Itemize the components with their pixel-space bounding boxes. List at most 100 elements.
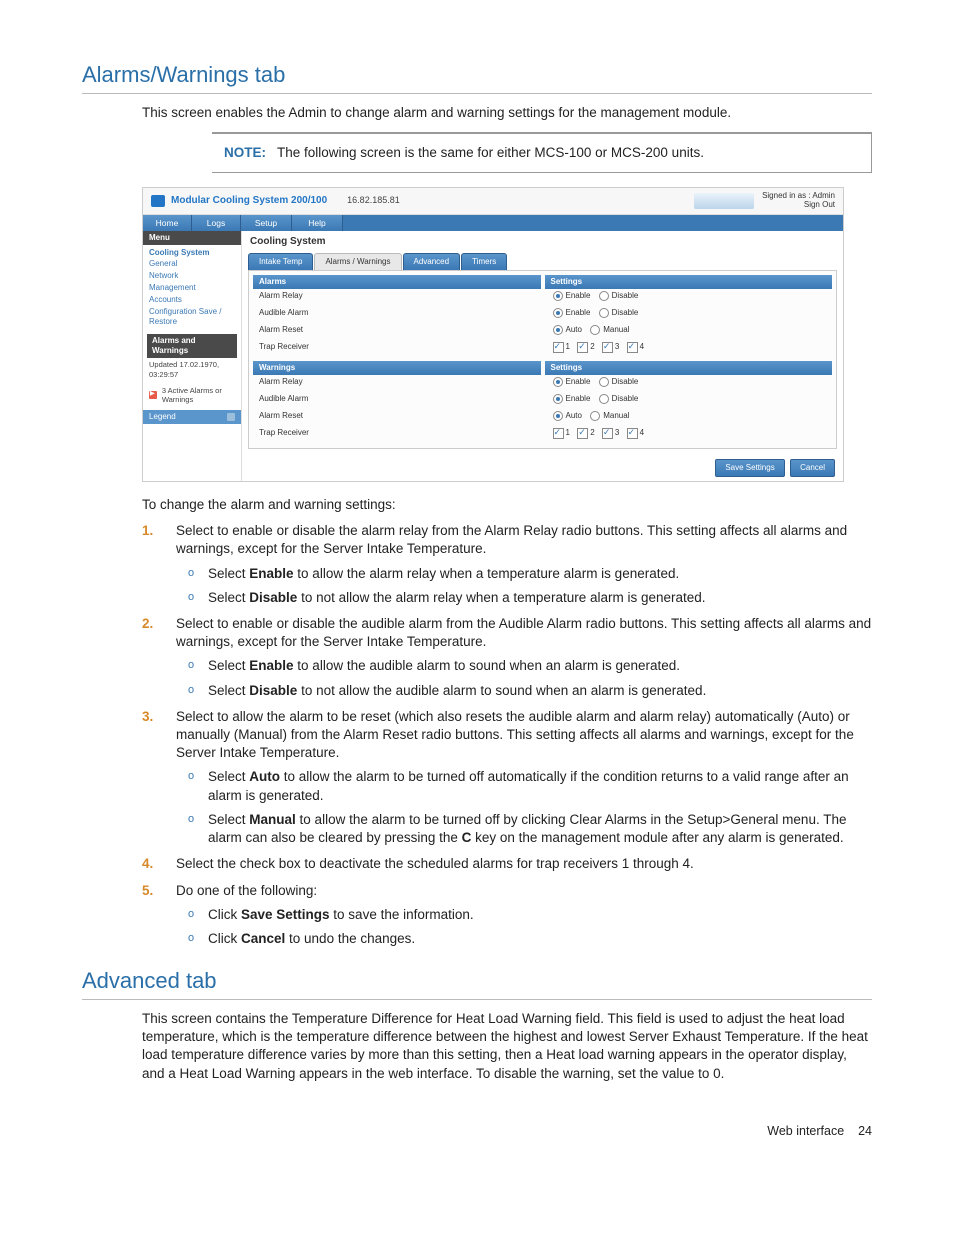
radio-warn-reset-manual[interactable]: Manual bbox=[590, 411, 629, 421]
label-alarm-reset: Alarm Reset bbox=[249, 323, 543, 340]
menu-header: Menu bbox=[143, 231, 241, 245]
step-4: 4.Select the check box to deactivate the… bbox=[142, 855, 872, 873]
radio-warn-relay-enable[interactable]: Enable bbox=[553, 377, 591, 387]
radio-group-warn-reset: Auto Manual bbox=[543, 409, 837, 426]
tab-intake-temp[interactable]: Intake Temp bbox=[248, 253, 313, 270]
steps-lead: To change the alarm and warning settings… bbox=[142, 496, 872, 514]
radio-alarm-relay-disable[interactable]: Disable bbox=[599, 291, 639, 301]
radio-warn-reset-auto[interactable]: Auto bbox=[553, 411, 582, 421]
step-3: 3. Select to allow the alarm to be reset… bbox=[142, 708, 872, 848]
radio-reset-auto[interactable]: Auto bbox=[553, 325, 582, 335]
tab-timers[interactable]: Timers bbox=[461, 253, 507, 270]
menu-alarms-warnings[interactable]: Alarms and Warnings bbox=[147, 334, 237, 358]
checkbox-trap-3[interactable]: 3 bbox=[602, 342, 619, 353]
settings-panel: Alarms Settings Alarm Relay Enable Disab… bbox=[248, 270, 837, 449]
section-header-settings-2: Settings bbox=[545, 361, 833, 375]
checkbox-group-trap: 1 2 3 4 bbox=[543, 340, 837, 358]
button-row: Save Settings Cancel bbox=[242, 455, 843, 481]
note-label: NOTE: bbox=[224, 145, 266, 160]
footer-label: Web interface bbox=[767, 1124, 844, 1138]
radio-group-audible-alarm: Enable Disable bbox=[543, 306, 837, 323]
checkbox-warn-trap-3[interactable]: 3 bbox=[602, 428, 619, 439]
note-block: NOTE: The following screen is the same f… bbox=[212, 132, 872, 173]
heading-advanced-tab: Advanced tab bbox=[82, 966, 872, 1000]
checkbox-trap-2[interactable]: 2 bbox=[577, 342, 594, 353]
menu-section-cooling[interactable]: Cooling System bbox=[143, 245, 241, 258]
footer-page-number: 24 bbox=[858, 1124, 872, 1138]
radio-audible-enable[interactable]: Enable bbox=[553, 308, 591, 318]
menu-item-general[interactable]: General bbox=[143, 258, 241, 270]
radio-group-alarm-relay: Enable Disable bbox=[543, 289, 837, 306]
hp-logo-icon bbox=[151, 195, 165, 207]
main-panel: Cooling System Intake Temp Alarms / Warn… bbox=[242, 231, 843, 481]
alarm-indicator-icon bbox=[149, 391, 157, 399]
checkbox-trap-1[interactable]: 1 bbox=[553, 342, 570, 353]
embedded-screenshot: Modular Cooling System 200/100 16.82.185… bbox=[142, 187, 844, 482]
radio-warn-audible-disable[interactable]: Disable bbox=[599, 394, 639, 404]
radio-audible-disable[interactable]: Disable bbox=[599, 308, 639, 318]
product-name: Modular Cooling System 200/100 bbox=[171, 195, 327, 208]
label-audible-alarm: Audible Alarm bbox=[249, 306, 543, 323]
checkbox-warn-trap-4[interactable]: 4 bbox=[627, 428, 644, 439]
step-5: 5. Do one of the following: Click Save S… bbox=[142, 882, 872, 949]
radio-warn-relay-disable[interactable]: Disable bbox=[599, 377, 639, 387]
note-text: The following screen is the same for eit… bbox=[277, 145, 704, 160]
step-1b: Select Disable to not allow the alarm re… bbox=[188, 589, 872, 607]
step-5b: Click Cancel to undo the changes. bbox=[188, 930, 872, 948]
step-2: 2. Select to enable or disable the audib… bbox=[142, 615, 872, 700]
heading-alarms-warnings: Alarms/Warnings tab bbox=[82, 60, 872, 94]
save-settings-button[interactable]: Save Settings bbox=[715, 459, 784, 477]
mountain-art-icon bbox=[694, 193, 754, 209]
checkbox-group-warn-trap: 1 2 3 4 bbox=[543, 426, 837, 444]
checkbox-warn-trap-1[interactable]: 1 bbox=[553, 428, 570, 439]
section-header-alarms: Alarms bbox=[253, 275, 541, 289]
label-warn-relay: Alarm Relay bbox=[249, 375, 543, 392]
main-title: Cooling System bbox=[242, 231, 843, 253]
label-trap-receiver: Trap Receiver bbox=[249, 340, 543, 358]
sign-in-info: Signed in as : Admin Sign Out bbox=[762, 192, 835, 210]
step-2b: Select Disable to not allow the audible … bbox=[188, 682, 872, 700]
label-warn-audible: Audible Alarm bbox=[249, 392, 543, 409]
tab-alarms-warnings[interactable]: Alarms / Warnings bbox=[314, 253, 401, 270]
step-1: 1. Select to enable or disable the alarm… bbox=[142, 522, 872, 607]
step-2a: Select Enable to allow the audible alarm… bbox=[188, 657, 872, 675]
radio-group-warn-audible: Enable Disable bbox=[543, 392, 837, 409]
step-1a: Select Enable to allow the alarm relay w… bbox=[188, 565, 872, 583]
radio-alarm-relay-enable[interactable]: Enable bbox=[553, 291, 591, 301]
radio-group-warn-relay: Enable Disable bbox=[543, 375, 837, 392]
sign-out-link[interactable]: Sign Out bbox=[762, 201, 835, 210]
nav-logs-tab[interactable]: Logs bbox=[192, 215, 241, 232]
page-footer: Web interface 24 bbox=[82, 1123, 872, 1140]
checkbox-trap-4[interactable]: 4 bbox=[627, 342, 644, 353]
menu-item-accounts[interactable]: Accounts bbox=[143, 294, 241, 306]
steps-list: 1. Select to enable or disable the alarm… bbox=[142, 522, 872, 948]
step-3a: Select Auto to allow the alarm to be tur… bbox=[188, 768, 872, 804]
menu-legend[interactable]: Legend bbox=[143, 410, 241, 424]
cancel-button[interactable]: Cancel bbox=[790, 459, 835, 477]
radio-group-alarm-reset: Auto Manual bbox=[543, 323, 837, 340]
section-header-settings-1: Settings bbox=[545, 275, 833, 289]
radio-reset-manual[interactable]: Manual bbox=[590, 325, 629, 335]
nav-setup-tab[interactable]: Setup bbox=[241, 215, 292, 232]
sub-tabs: Intake Temp Alarms / Warnings Advanced T… bbox=[242, 253, 843, 270]
section-header-warnings: Warnings bbox=[253, 361, 541, 375]
sidebar-menu: Menu Cooling System General Network Mana… bbox=[143, 231, 242, 481]
nav-home-tab[interactable]: Home bbox=[143, 215, 192, 232]
scr-header: Modular Cooling System 200/100 16.82.185… bbox=[143, 188, 843, 215]
label-warn-reset: Alarm Reset bbox=[249, 409, 543, 426]
nav-help-tab[interactable]: Help bbox=[292, 215, 343, 232]
scr-top-nav: Home Logs Setup Help bbox=[143, 215, 843, 232]
tab-advanced[interactable]: Advanced bbox=[403, 253, 461, 270]
checkbox-warn-trap-2[interactable]: 2 bbox=[577, 428, 594, 439]
ip-address: 16.82.185.81 bbox=[347, 195, 400, 206]
advanced-paragraph: This screen contains the Temperature Dif… bbox=[142, 1010, 872, 1083]
menu-item-config[interactable]: Configuration Save / Restore bbox=[143, 306, 241, 328]
radio-warn-audible-enable[interactable]: Enable bbox=[553, 394, 591, 404]
step-5a: Click Save Settings to save the informat… bbox=[188, 906, 872, 924]
step-3b: Select Manual to allow the alarm to be t… bbox=[188, 811, 872, 847]
menu-updated: Updated 17.02.1970, 03:29:57 bbox=[143, 358, 241, 383]
menu-item-management[interactable]: Management bbox=[143, 282, 241, 294]
intro-paragraph: This screen enables the Admin to change … bbox=[142, 104, 872, 122]
menu-item-network[interactable]: Network bbox=[143, 270, 241, 282]
menu-alarm-count[interactable]: 3 Active Alarms or Warnings bbox=[143, 383, 241, 407]
